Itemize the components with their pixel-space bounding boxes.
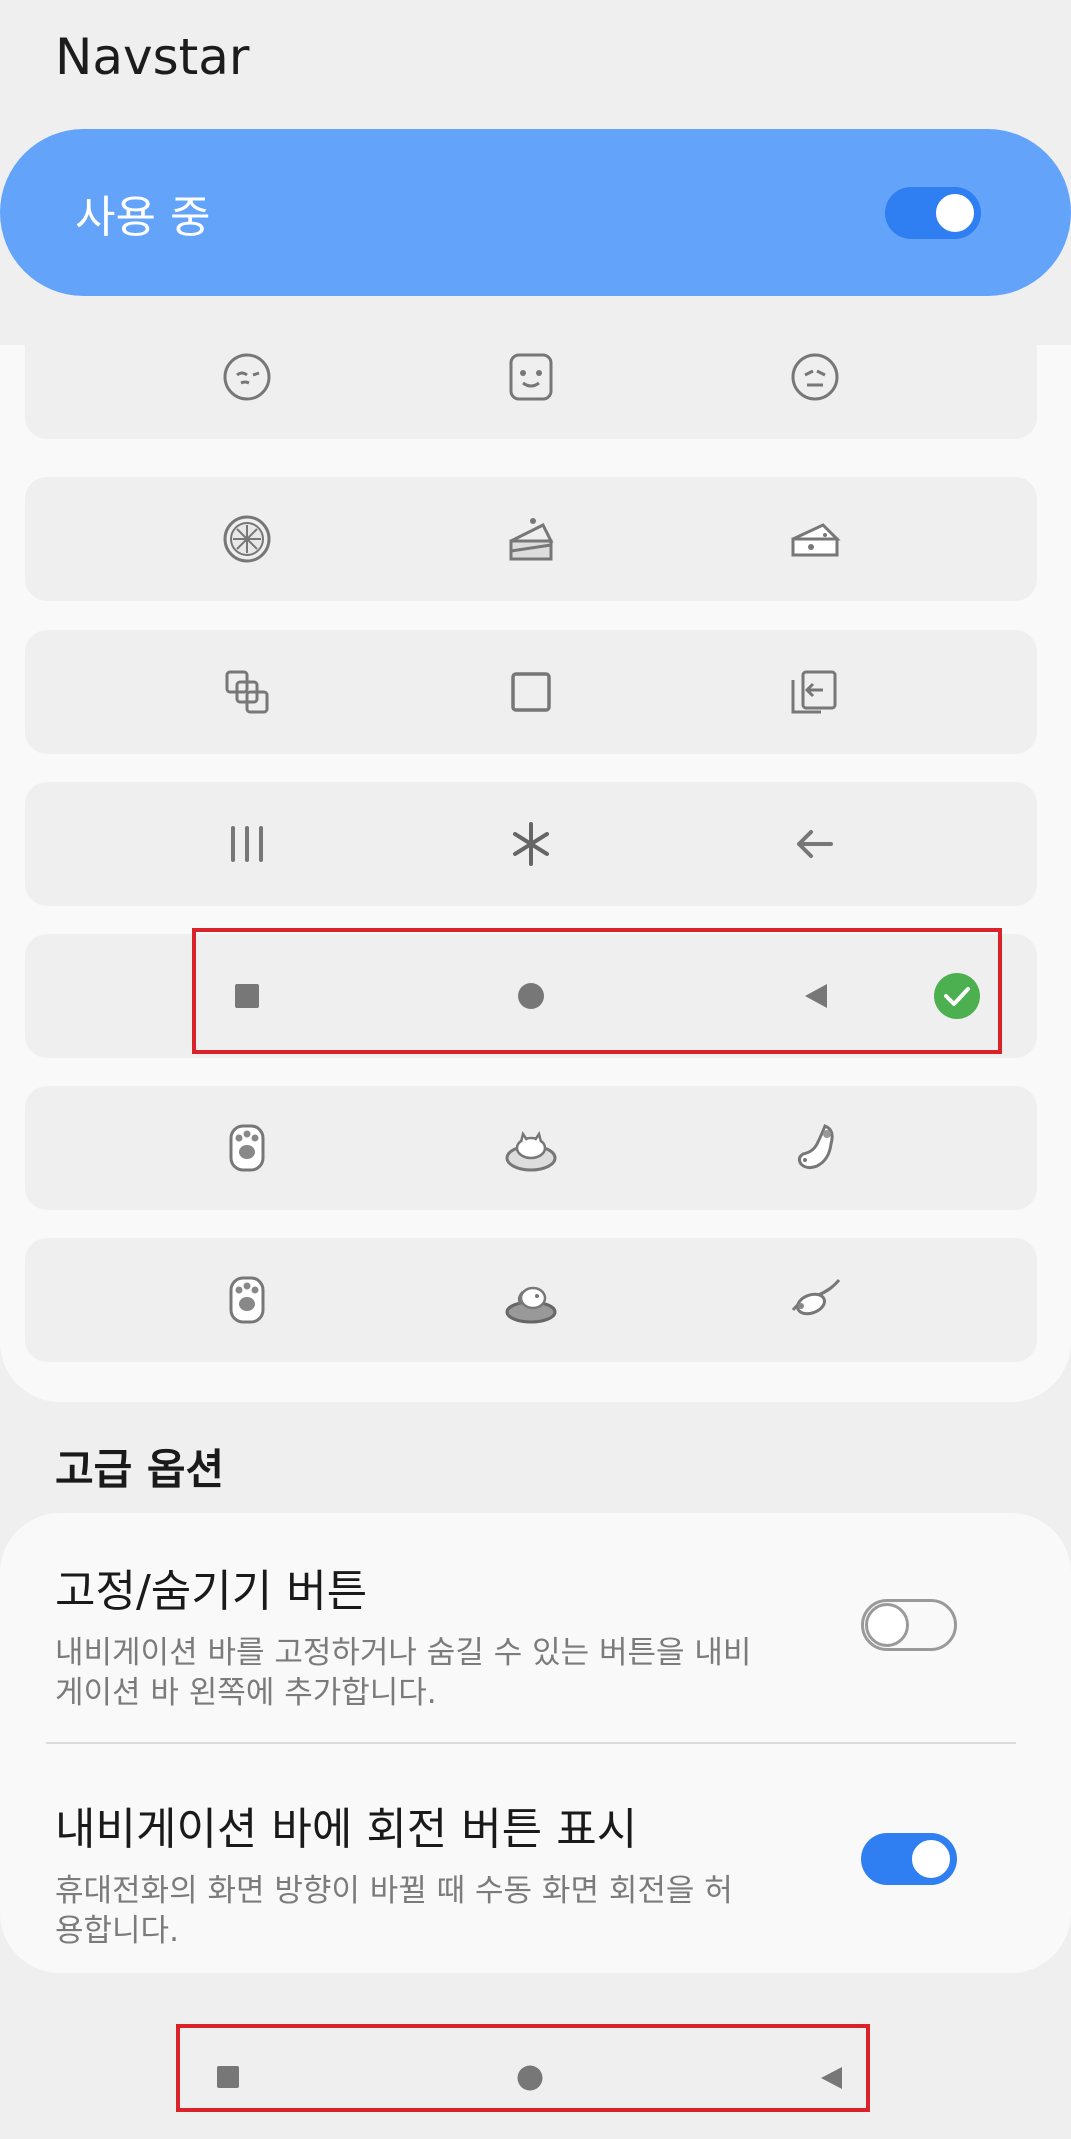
pin-hide-button-option[interactable]: 고정/숨기기 버튼 내비게이션 바를 고정하거나 숨길 수 있는 버튼을 내비게…	[55, 1555, 1015, 1713]
cat-hanging-icon	[785, 1118, 845, 1178]
cheese-icon	[785, 509, 845, 569]
toggle-knob	[865, 1603, 909, 1647]
overlapping-squares-icon	[217, 662, 277, 722]
circle-filled-icon	[501, 966, 561, 1026]
back-button[interactable]	[800, 2048, 860, 2108]
square-outline-icon	[501, 662, 561, 722]
navbar-style-list	[0, 345, 1071, 1402]
rotate-button-toggle[interactable]	[861, 1833, 957, 1885]
option-description: 휴대전화의 화면 방향이 바뀔 때 수동 화면 회전을 허용합니다.	[55, 1873, 733, 1949]
pizza-icon	[217, 509, 277, 569]
style-row-basic-selected[interactable]	[25, 934, 1037, 1058]
back-box-icon	[785, 662, 845, 722]
asterisk-icon	[501, 814, 561, 874]
pin-hide-toggle[interactable]	[861, 1599, 957, 1651]
navigation-bar	[0, 2024, 1071, 2139]
dog-flying-icon	[785, 1270, 845, 1330]
arrow-left-icon	[785, 814, 845, 874]
home-button[interactable]	[500, 2048, 560, 2108]
rotate-button-option[interactable]: 내비게이션 바에 회전 버튼 표시 휴대전화의 화면 방향이 바뀔 때 수동 화…	[55, 1793, 1015, 1951]
emoji-face-icon	[217, 347, 277, 407]
style-row-emoji[interactable]	[25, 345, 1037, 439]
app-title: Navstar	[55, 28, 250, 86]
style-row-squares[interactable]	[25, 630, 1037, 754]
cat-paw-icon	[217, 1118, 277, 1178]
master-switch-card[interactable]: 사용 중	[0, 129, 1071, 296]
cake-slice-icon	[501, 509, 561, 569]
style-row-dog[interactable]	[25, 1238, 1037, 1362]
emoji-face-icon	[501, 347, 561, 407]
option-description: 내비게이션 바를 고정하거나 숨길 수 있는 버튼을 내비게이션 바 왼쪽에 추…	[55, 1635, 752, 1711]
toggle-knob	[909, 1837, 953, 1881]
cat-bed-icon	[501, 1118, 561, 1178]
options-divider	[46, 1742, 1016, 1744]
square-filled-icon	[217, 966, 277, 1026]
style-row-cat[interactable]	[25, 1086, 1037, 1210]
dog-bed-icon	[501, 1270, 561, 1330]
triangle-back-icon	[785, 966, 845, 1026]
three-lines-icon	[217, 814, 277, 874]
master-toggle[interactable]	[885, 186, 981, 239]
advanced-options-heading: 고급 옵션	[55, 1445, 225, 1494]
style-row-lines[interactable]	[25, 782, 1037, 906]
style-row-food[interactable]	[25, 477, 1037, 601]
recents-button[interactable]	[199, 2048, 259, 2108]
dog-paw-icon	[217, 1270, 277, 1330]
emoji-face-icon	[785, 347, 845, 407]
master-switch-label: 사용 중	[75, 191, 211, 243]
toggle-knob	[933, 190, 977, 235]
check-selected-icon	[933, 972, 981, 1020]
